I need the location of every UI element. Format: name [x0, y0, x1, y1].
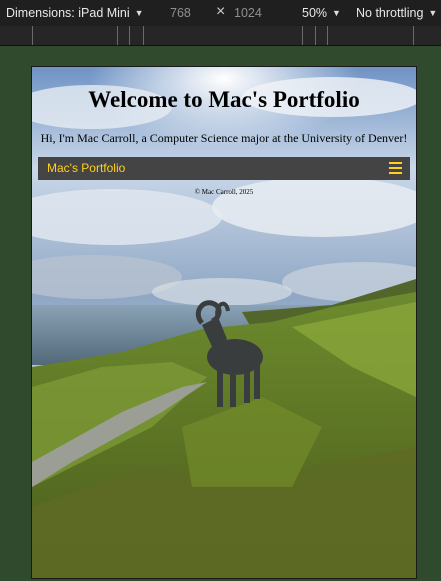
close-icon[interactable]: × — [216, 3, 225, 21]
throttling-value: No throttling — [356, 6, 424, 20]
ruler-tick — [117, 26, 118, 45]
triangle-down-icon: ▼ — [428, 8, 438, 18]
zoom-value: 50% — [302, 6, 328, 20]
ruler-tick — [143, 26, 144, 45]
ruler-tick — [327, 26, 328, 45]
hamburger-menu-icon[interactable] — [389, 162, 402, 174]
ruler-tick — [129, 26, 130, 45]
width-input[interactable]: 768 — [170, 6, 191, 20]
width-value: 768 — [170, 6, 191, 20]
device-toolbar: Dimensions: iPad Mini ▼ 768 × 1024 50% ▼… — [0, 0, 441, 26]
page-subtitle: Hi, I'm Mac Carroll, a Computer Science … — [40, 131, 408, 145]
nav-brand-link[interactable]: Mac's Portfolio — [47, 161, 125, 175]
ruler-tick — [315, 26, 316, 45]
device-dimensions-label: Dimensions: iPad Mini — [6, 6, 130, 20]
height-value: 1024 — [234, 6, 262, 20]
device-dimensions-dropdown[interactable]: Dimensions: iPad Mini ▼ — [6, 6, 144, 20]
triangle-down-icon: ▼ — [134, 8, 144, 18]
page-title: Welcome to Mac's Portfolio — [88, 87, 360, 112]
zoom-dropdown[interactable]: 50% ▼ — [302, 6, 341, 20]
device-viewport[interactable]: Welcome to Mac's Portfolio Hi, I'm Mac C… — [31, 66, 417, 579]
ruler-tick — [32, 26, 33, 45]
ruler-tick — [302, 26, 303, 45]
media-query-ruler[interactable] — [0, 26, 441, 46]
throttling-dropdown[interactable]: No throttling ▼ — [356, 6, 437, 20]
footer-copyright: © Mac Carroll, 2025 — [194, 188, 254, 196]
height-input[interactable]: 1024 — [234, 6, 262, 20]
triangle-down-icon: ▼ — [332, 8, 341, 18]
ruler-tick — [413, 26, 414, 45]
navbar: Mac's Portfolio — [38, 157, 410, 180]
